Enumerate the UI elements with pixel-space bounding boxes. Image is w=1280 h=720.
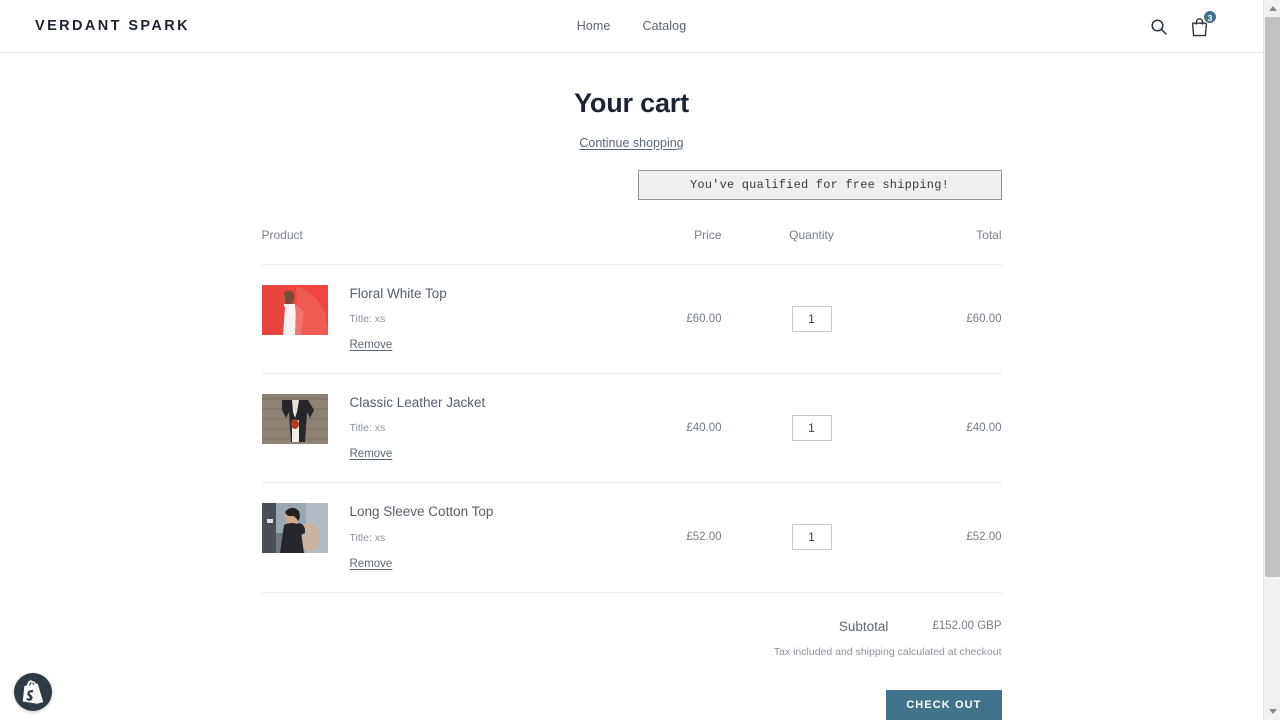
free-shipping-banner: You've qualified for free shipping! [637, 170, 1002, 200]
shopify-badge-icon[interactable] [14, 673, 52, 711]
column-header-price: Price [694, 228, 722, 242]
browser-viewport: VERDANT SPARK Home Catalog 3 Your cart C… [0, 0, 1280, 720]
cart-table-head: Product Price Quantity Total [262, 228, 1002, 265]
cart-item-row: Classic Leather Jacket Title: xs Remove … [261, 373, 1002, 483]
continue-shopping-row: Continue shopping [0, 134, 1263, 152]
cart-icon[interactable]: 3 [1187, 10, 1217, 39]
continue-shopping-link[interactable]: Continue shopping [579, 136, 683, 150]
quantity-input[interactable] [791, 415, 832, 442]
chevron-down-icon [1268, 709, 1277, 714]
cart-item-quantity-cell [741, 482, 882, 592]
cart-item-total: £52.00 [881, 482, 1002, 592]
page-title: Your cart [574, 88, 689, 118]
remove-item-link[interactable]: Remove [350, 558, 393, 570]
quantity-input[interactable] [791, 524, 832, 551]
column-header-product: Product [261, 228, 303, 242]
product-title[interactable]: Classic Leather Jacket [350, 395, 486, 411]
cart-item-quantity-cell [741, 263, 882, 374]
product-variant: Title: xs [349, 422, 386, 435]
cart-item-price: £40.00 [591, 373, 742, 483]
shipping-banner-row: You've qualified for free shipping! [262, 170, 1002, 200]
tax-note: Tax included and shipping calculated at … [773, 645, 1002, 658]
cart-item-product-cell: Floral White Top Title: xs Remove [261, 263, 592, 374]
scrollbar-thumb[interactable] [1265, 17, 1280, 577]
cart-section: Your cart Continue shopping You've quali… [0, 88, 1263, 720]
cart-item-row: Long Sleeve Cotton Top Title: xs Remove … [261, 482, 1002, 592]
cart-table: Product Price Quantity Total Floral Whit… [261, 228, 1002, 592]
cart-item-row: Floral White Top Title: xs Remove £60.00… [261, 263, 1002, 374]
cart-item-quantity-cell [741, 373, 882, 483]
product-thumbnail[interactable] [261, 503, 328, 554]
cart-item-product-cell: Classic Leather Jacket Title: xs Remove [261, 373, 592, 483]
checkout-row: CHECK OUT [262, 689, 1002, 720]
nav-item-home[interactable]: Home [577, 19, 611, 33]
checkout-button[interactable]: CHECK OUT [886, 689, 1002, 720]
cart-item-total: £60.00 [881, 263, 1002, 374]
quantity-input[interactable] [791, 306, 832, 333]
column-header-total: Total [976, 228, 1002, 242]
cart-item-price: £52.00 [591, 482, 742, 592]
chevron-up-icon [1268, 6, 1277, 11]
product-thumbnail[interactable] [261, 394, 328, 445]
subtotal-label: Subtotal [838, 618, 889, 634]
product-title[interactable]: Floral White Top [350, 286, 447, 302]
column-header-quantity: Quantity [789, 228, 834, 242]
scroll-down-button[interactable] [1264, 703, 1280, 720]
cart-table-header-row: Product Price Quantity Total [262, 228, 1002, 265]
main-navigation: Home Catalog [0, 19, 1263, 33]
cart-item-total: £40.00 [881, 373, 1002, 483]
cart-item-price: £60.00 [591, 263, 742, 374]
product-title[interactable]: Long Sleeve Cotton Top [350, 504, 494, 520]
cart-summary: Subtotal £152.00 GBP Tax included and sh… [261, 591, 1002, 720]
subtotal-value: £152.00 GBP [932, 620, 1002, 633]
header-icon-group: 3 [1147, 10, 1217, 39]
cart-item-product-cell: Long Sleeve Cotton Top Title: xs Remove [261, 482, 592, 592]
remove-item-link[interactable]: Remove [350, 339, 393, 351]
vertical-scrollbar[interactable] [1263, 0, 1280, 720]
cart-table-body: Floral White Top Title: xs Remove £60.00… [261, 263, 1002, 592]
remove-item-link[interactable]: Remove [350, 448, 393, 460]
site-header: VERDANT SPARK Home Catalog 3 [0, 0, 1263, 53]
subtotal-row: Subtotal £152.00 GBP [262, 619, 1002, 634]
nav-item-catalog[interactable]: Catalog [642, 19, 686, 33]
page-content: VERDANT SPARK Home Catalog 3 Your cart C… [0, 0, 1263, 720]
cart-count-badge: 3 [1203, 10, 1217, 24]
product-thumbnail[interactable] [261, 285, 328, 335]
scroll-up-button[interactable] [1264, 0, 1280, 17]
product-variant: Title: xs [349, 313, 386, 326]
search-icon[interactable] [1147, 15, 1171, 39]
product-variant: Title: xs [349, 531, 386, 544]
